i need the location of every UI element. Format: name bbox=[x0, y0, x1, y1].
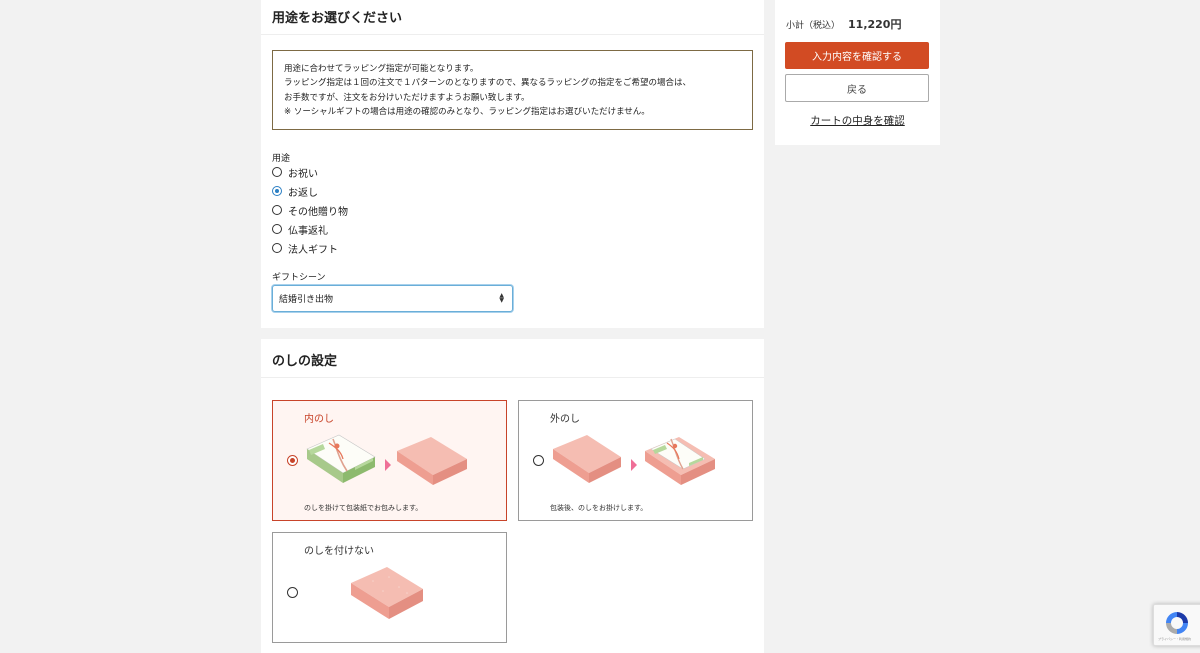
order-summary-panel: 小計（税込） 11,220円 入力内容を確認する 戻る カートの中身を確認 bbox=[775, 0, 940, 145]
radio-button[interactable] bbox=[272, 224, 282, 234]
noshi-section-title: のしの設定 bbox=[272, 354, 338, 369]
back-button[interactable]: 戻る bbox=[785, 74, 929, 102]
purpose-option-label: 仏事返礼 bbox=[288, 225, 328, 237]
noshi-box-with-wrap-icon bbox=[306, 434, 467, 485]
usage-panel: 用途をお選びください 用途に合わせてラッピング指定が可能となります。 ラッピング… bbox=[261, 0, 764, 328]
radio-button[interactable] bbox=[272, 167, 282, 177]
notice-line: 用途に合わせてラッピング指定が可能となります。 bbox=[284, 64, 479, 74]
purpose-option-celebration[interactable]: お祝い bbox=[272, 164, 318, 180]
purpose-option-label: 法人ギフト bbox=[288, 244, 338, 256]
subtotal: 小計（税込） 11,220円 bbox=[786, 16, 901, 32]
purpose-option-label: お返し bbox=[288, 187, 318, 199]
usage-section-title: 用途をお選びください bbox=[272, 11, 403, 26]
view-cart-link[interactable]: カートの中身を確認 bbox=[775, 113, 940, 128]
plain-box-icon bbox=[351, 567, 423, 619]
subtotal-amount: 11,220円 bbox=[848, 18, 902, 31]
recaptcha-text: プライバシー・利用規約 bbox=[1158, 637, 1191, 641]
purpose-option-other-gift[interactable]: その他贈り物 bbox=[272, 202, 348, 218]
noshi-panel: のしの設定 内のし のしを掛けて包装紙でお包みします。 外のし 包装後、のしをお… bbox=[261, 339, 764, 653]
recaptcha-badge[interactable]: プライバシー・利用規約 bbox=[1153, 604, 1200, 646]
box-with-outer-noshi-icon bbox=[553, 435, 715, 485]
noshi-option-description: 包装後、のしをお掛けします。 bbox=[550, 504, 648, 512]
noshi-option-title: 内のし bbox=[304, 414, 334, 425]
recaptcha-icon bbox=[1166, 612, 1188, 634]
gift-scene-label: ギフトシーン bbox=[272, 273, 326, 283]
noshi-option-title: 外のし bbox=[550, 414, 580, 425]
radio-button[interactable] bbox=[533, 455, 544, 466]
noshi-option-outer[interactable]: 外のし 包装後、のしをお掛けします。 bbox=[518, 400, 753, 521]
radio-button[interactable] bbox=[272, 186, 282, 196]
radio-button[interactable] bbox=[287, 455, 298, 466]
gift-scene-select[interactable]: 結婚引き出物 ▲ ▼ bbox=[272, 285, 513, 312]
noshi-option-title: のしを付けない bbox=[304, 546, 374, 557]
purpose-option-label: お祝い bbox=[288, 168, 318, 180]
noshi-option-none[interactable]: のしを付けない bbox=[272, 532, 507, 643]
divider bbox=[261, 377, 764, 378]
radio-button[interactable] bbox=[272, 205, 282, 215]
purpose-option-corporate-gift[interactable]: 法人ギフト bbox=[272, 240, 338, 256]
select-arrows-icon: ▲ ▼ bbox=[499, 292, 504, 304]
radio-button[interactable] bbox=[287, 587, 298, 598]
subtotal-label: 小計（税込） bbox=[786, 21, 841, 31]
purpose-option-return-gift[interactable]: お返し bbox=[272, 183, 318, 199]
notice-line: ※ ソーシャルギフトの場合は用途の確認のみとなり、ラッピング指定はお選びいただけ… bbox=[284, 107, 650, 118]
notice-line: ラッピング指定は１回の注文で１パターンのとなりますので、異なるラッピングの指定を… bbox=[284, 78, 691, 89]
purpose-label: 用途 bbox=[272, 154, 291, 164]
notice-line: お手数ですが、注文をお分けいただけますようお願い致します。 bbox=[284, 92, 530, 103]
purpose-option-label: その他贈り物 bbox=[288, 206, 348, 218]
purpose-option-memorial-return[interactable]: 仏事返礼 bbox=[272, 221, 328, 237]
gift-scene-value: 結婚引き出物 bbox=[279, 295, 334, 305]
noshi-option-description: のしを掛けて包装紙でお包みします。 bbox=[304, 504, 423, 512]
radio-button[interactable] bbox=[272, 243, 282, 253]
wrapping-notice: 用途に合わせてラッピング指定が可能となります。 ラッピング指定は１回の注文で１パ… bbox=[272, 50, 753, 130]
divider bbox=[261, 34, 764, 35]
confirm-input-button[interactable]: 入力内容を確認する bbox=[785, 42, 929, 69]
noshi-option-inner[interactable]: 内のし のしを掛けて包装紙でお包みします。 bbox=[272, 400, 507, 521]
